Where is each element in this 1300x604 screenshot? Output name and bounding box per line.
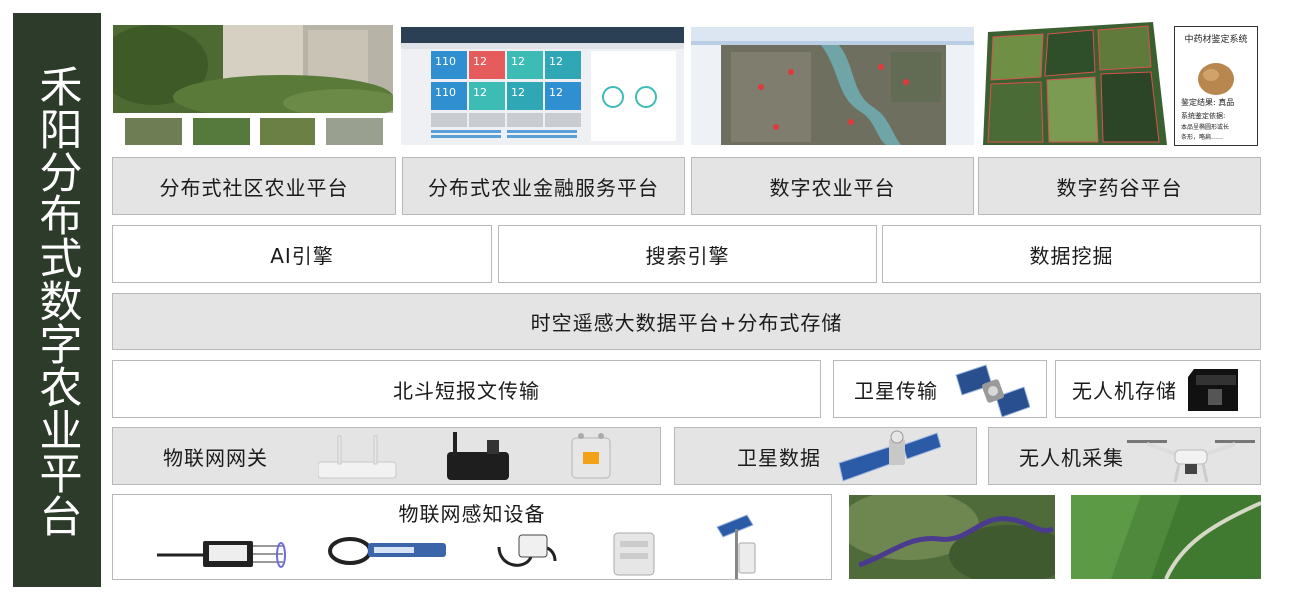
engine-label: 搜索引擎 (645, 243, 730, 268)
herb-card-detail: 本品呈椭圆形或长 (1181, 124, 1230, 131)
control-box-icon (610, 527, 658, 579)
platform-label: 数字药谷平台 (1056, 175, 1183, 200)
beidou-transmission: 北斗短报文传输 (112, 360, 821, 418)
community-garden-photo (113, 25, 393, 146)
satellite-data: 卫星数据 (674, 427, 977, 485)
agri-map-screenshot (691, 27, 974, 145)
iot-gateway-label: 物联网网关 (163, 445, 268, 470)
satellite-transmission: 卫星传输 (833, 360, 1047, 418)
engine-label: 数据挖掘 (1029, 243, 1114, 268)
platform-agri-finance: 分布式农业金融服务平台 (402, 157, 685, 215)
probe-sensor-icon (495, 527, 559, 575)
drone-icon (1125, 432, 1257, 484)
uav-collection-label: 无人机采集 (1019, 445, 1124, 470)
platform-label: 分布式社区农业平台 (159, 175, 349, 200)
engine-ai: AI引擎 (112, 225, 492, 283)
solar-station-icon (713, 513, 763, 581)
bigdata-label: 时空遥感大数据平台+分布式存储 (530, 311, 843, 335)
platform-digital-herb-valley: 数字药谷平台 (978, 157, 1261, 215)
platform-title: 禾阳分布式数字农业平台 (32, 63, 82, 537)
engine-label: AI引擎 (270, 243, 334, 268)
sidebar-title-bar: 禾阳分布式数字农业平台 (13, 13, 101, 587)
herb-card-detail: 条形，略扁…… (1181, 134, 1224, 141)
platform-community-agri: 分布式社区农业平台 (112, 157, 396, 215)
satellite-farmland-image (1071, 495, 1261, 579)
herb-card-detail: 系统鉴定依据: (1181, 112, 1226, 120)
tile-value: 110 (435, 86, 456, 99)
soil-sensor-icon (157, 533, 287, 569)
sensors-label: 物联网感知设备 (398, 502, 546, 526)
herb-card-result: 鉴定结果: 真品 (1181, 98, 1235, 107)
herb-identification-card: 中药材鉴定系统 鉴定结果: 真品 系统鉴定依据: 本品呈椭圆形或长 条形，略扁…… (1174, 26, 1258, 146)
tile-value: 12 (549, 86, 563, 99)
engine-search: 搜索引擎 (498, 225, 877, 283)
satellite-icon (837, 429, 941, 485)
tile-value: 12 (473, 86, 487, 99)
satellite-river-image (849, 495, 1055, 579)
tile-value: 12 (473, 55, 487, 68)
iot-gateway: 物联网网关 (112, 427, 661, 485)
uav-storage-label: 无人机存储 (1072, 378, 1177, 403)
herb-field-aerial (983, 22, 1167, 145)
gateway-device-icon (443, 430, 513, 484)
tile-value: 12 (511, 86, 525, 99)
outdoor-gateway-icon (568, 432, 614, 482)
cable-sensor-icon (328, 529, 448, 573)
platform-label: 数字农业平台 (769, 175, 896, 200)
platform-digital-agri: 数字农业平台 (691, 157, 974, 215)
iot-sensing-devices: 物联网感知设备 (112, 494, 832, 580)
bigdata-platform: 时空遥感大数据平台+分布式存储 (112, 293, 1261, 350)
finance-dashboard-screenshot: 110 12 12 12 110 12 12 12 (401, 27, 684, 145)
uav-storage: 无人机存储 (1055, 360, 1261, 418)
platform-label: 分布式农业金融服务平台 (428, 175, 659, 200)
tile-value: 12 (549, 55, 563, 68)
satellite-icon (952, 363, 1030, 417)
sd-card-icon (1188, 369, 1244, 411)
beidou-label: 北斗短报文传输 (393, 378, 540, 403)
tile-value: 110 (435, 55, 456, 68)
engine-data-mining: 数据挖掘 (882, 225, 1261, 283)
tile-value: 12 (511, 55, 525, 68)
satellite-transmission-label: 卫星传输 (854, 378, 938, 403)
router-icon (318, 434, 398, 482)
satellite-data-label: 卫星数据 (737, 445, 821, 470)
uav-collection: 无人机采集 (988, 427, 1261, 485)
